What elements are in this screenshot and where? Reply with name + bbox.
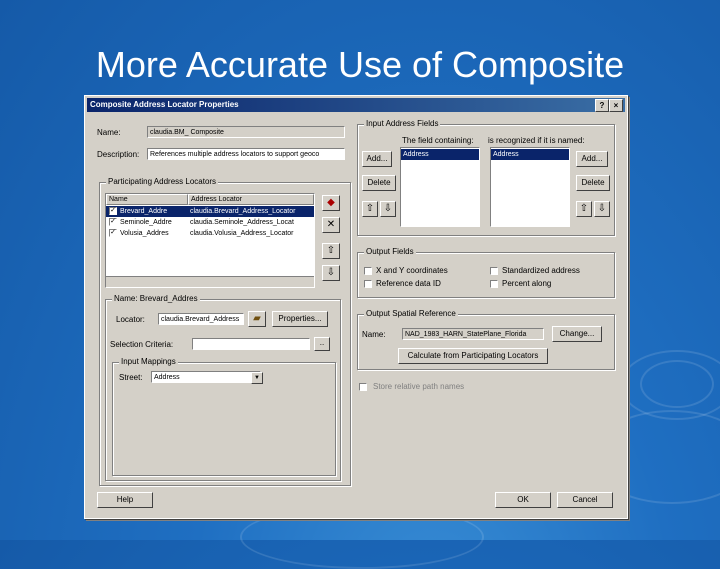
locator-detail-title: Name: Brevard_Addres [112,294,200,303]
input-address-fields-group: Input Address Fields The field containin… [357,119,615,236]
percent-along-checkbox[interactable] [490,280,498,288]
help-button[interactable]: Help [97,492,153,508]
locator-row-locator: claudia.Volusia_Address_Locator [190,230,294,237]
add-locator-icon[interactable]: ◆ [322,195,340,211]
move-up-icon[interactable]: ⇧ [322,243,340,259]
input-address-fields-title: Input Address Fields [364,119,441,128]
spatial-reference-group: Output Spatial Reference Name: NAD_1983_… [357,309,615,370]
dialog-title: Composite Address Locator Properties [90,100,239,109]
field-move-down-icon[interactable]: ⇩ [380,201,396,217]
description-label: Description: [97,150,140,159]
locator-checkbox[interactable]: ✓ [109,218,117,226]
reference-data-id-checkbox[interactable] [364,280,372,288]
selection-criteria-button[interactable]: .. [314,337,330,351]
input-mappings-title: Input Mappings [119,357,178,366]
locator-row-name: Seminole_Addre [120,219,172,226]
calculate-from-locators-button[interactable]: Calculate from Participating Locators [398,348,548,364]
description-field[interactable]: References multiple address locators to … [147,148,345,160]
locator-checkbox[interactable]: ✓ [109,229,117,237]
locator-row-name: Volusia_Addres [120,230,169,237]
store-relative-path-label: Store relative path names [373,382,465,391]
spatial-reference-title: Output Spatial Reference [364,309,458,318]
field-list-item[interactable]: Address [401,149,479,160]
selection-criteria-label: Selection Criteria: [110,340,174,349]
delete-locator-icon[interactable]: ✕ [322,217,340,233]
add-alias-button[interactable]: Add... [576,151,608,167]
close-title-button[interactable]: × [609,99,623,112]
alias-move-down-icon[interactable]: ⇩ [594,201,610,217]
standardized-address-label: Standardized address [502,266,580,275]
locators-list[interactable]: Name Address Locator ✓ Brevard_Addre cla… [105,193,315,288]
composite-locator-dialog: Composite Address Locator Properties ? ×… [84,95,628,519]
name-field[interactable]: claudia.BM_ Composite [147,126,345,138]
locators-col-name[interactable]: Name [106,194,188,205]
slide-title: More Accurate Use of Composite [95,44,625,85]
alias-move-up-icon[interactable]: ⇧ [576,201,592,217]
locator-field[interactable]: claudia.Brevard_Address [158,313,244,325]
field-list[interactable]: Address [400,147,480,227]
percent-along-label: Percent along [502,279,552,288]
locator-row[interactable]: ✓ Brevard_Addre claudia.Brevard_Address_… [106,206,314,217]
selection-criteria-field[interactable] [192,338,310,350]
store-relative-path-checkbox[interactable] [359,383,367,391]
field-move-up-icon[interactable]: ⇧ [362,201,378,217]
standardized-address-checkbox[interactable] [490,267,498,275]
recognized-label: is recognized if it is named: [488,136,585,145]
street-select[interactable]: Address [151,371,261,383]
locator-row[interactable]: ✓ Volusia_Addres claudia.Volusia_Address… [106,228,314,239]
locator-label: Locator: [116,315,145,324]
delete-field-button[interactable]: Delete [362,175,396,191]
change-button[interactable]: Change... [552,326,602,342]
help-title-button[interactable]: ? [595,99,609,112]
locators-col-locator[interactable]: Address Locator [188,194,314,205]
locator-row[interactable]: ✓ Seminole_Addre claudia.Seminole_Addres… [106,217,314,228]
move-down-icon[interactable]: ⇩ [322,265,340,281]
folder-open-icon[interactable]: ▰ [248,311,266,327]
reference-data-id-label: Reference data ID [376,279,441,288]
add-field-button[interactable]: Add... [362,151,392,167]
spatial-reference-field[interactable]: NAD_1983_HARN_StatePlane_Florida [402,328,544,340]
alias-list[interactable]: Address [490,147,570,227]
output-fields-group: Output Fields X and Y coordinates Standa… [357,247,615,298]
ok-button[interactable]: OK [495,492,551,508]
locator-checkbox[interactable]: ✓ [109,207,117,215]
delete-alias-button[interactable]: Delete [576,175,610,191]
properties-button[interactable]: Properties... [272,311,328,327]
locator-row-locator: claudia.Brevard_Address_Locator [190,208,296,215]
name-label: Name: [97,128,121,137]
locator-row-locator: claudia.Seminole_Address_Locat [190,219,294,226]
output-fields-title: Output Fields [364,247,416,256]
xy-coordinates-label: X and Y coordinates [376,266,448,275]
input-mappings-group: Input Mappings Street: Address ▼ [112,357,336,476]
cancel-button[interactable]: Cancel [557,492,613,508]
locator-row-name: Brevard_Addre [120,208,168,215]
xy-coordinates-checkbox[interactable] [364,267,372,275]
spatial-name-label: Name: [362,330,386,339]
field-containing-label: The field containing: [402,136,474,145]
alias-list-item[interactable]: Address [491,149,569,160]
participating-locators-title: Participating Address Locators [106,177,219,186]
dialog-titlebar: Composite Address Locator Properties ? × [87,98,625,112]
chevron-down-icon[interactable]: ▼ [251,372,263,384]
locators-hscrollbar[interactable] [106,276,314,287]
participating-locators-group: Participating Address Locators Name Addr… [99,177,351,486]
locator-detail-group: Name: Brevard_Addres Locator: claudia.Br… [105,294,341,481]
street-label: Street: [119,373,143,382]
